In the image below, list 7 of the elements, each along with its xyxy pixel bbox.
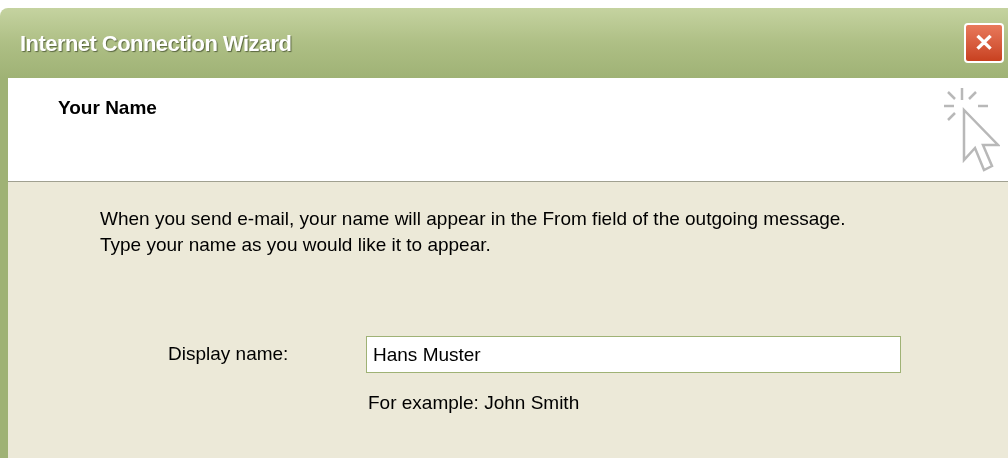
intro-text: When you send e-mail, your name will appear in the From field of the outgoing message. Type your name as you would like it to appear.: [100, 207, 847, 257]
window-title: Internet Connection Wizard: [20, 29, 292, 58]
display-name-label: Display name:: [168, 342, 290, 367]
display-name-field[interactable]: Hans Muster: [366, 336, 901, 373]
example-hint: For example: John Smith: [368, 391, 581, 415]
header-title: Your Name: [58, 96, 157, 120]
close-button[interactable]: ✕: [964, 23, 1004, 63]
